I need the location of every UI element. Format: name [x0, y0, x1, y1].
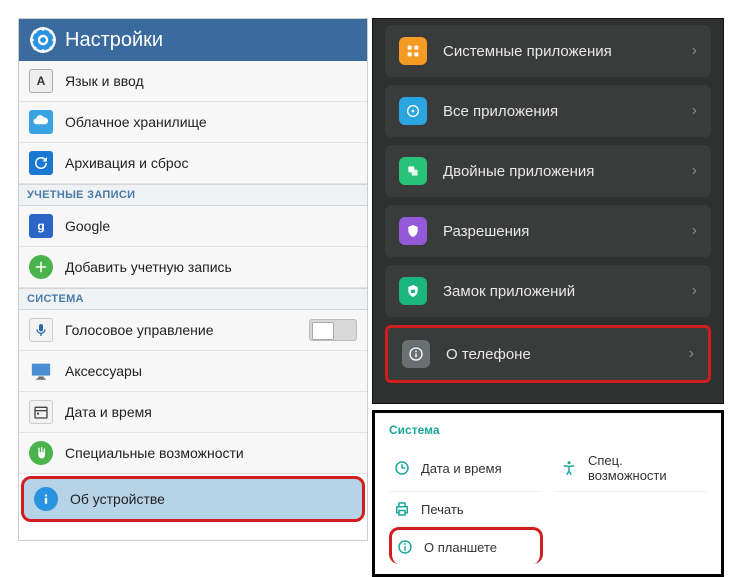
item-about-tablet[interactable]: О планшете: [389, 527, 543, 564]
item-label: Дата и время: [421, 461, 502, 476]
printer-icon: [393, 500, 411, 518]
item-label: Голосовое управление: [65, 322, 309, 338]
settings-panel-tablet: Система Дата и время Спец. возможности П…: [372, 410, 724, 577]
item-backup-reset[interactable]: Архивация и сброс: [19, 143, 367, 184]
mic-icon: [29, 318, 53, 342]
monitor-icon: [29, 359, 53, 383]
svg-text:g: g: [37, 219, 44, 233]
item-cloud-storage[interactable]: Облачное хранилище: [19, 102, 367, 143]
info-icon: [402, 340, 430, 368]
shield-icon: [399, 217, 427, 245]
lock-shield-icon: [399, 277, 427, 305]
item-label: Аксессуары: [65, 363, 357, 379]
item-system-apps[interactable]: Системные приложения ›: [385, 25, 711, 77]
item-label: О телефоне: [446, 346, 689, 363]
section-system: СИСТЕМА: [19, 288, 367, 310]
item-label: Двойные приложения: [443, 163, 692, 180]
chevron-right-icon: ›: [692, 42, 697, 60]
item-label: Об устройстве: [70, 491, 352, 507]
empty-cell: [556, 492, 707, 527]
chevron-right-icon: ›: [692, 222, 697, 240]
chevron-right-icon: ›: [692, 162, 697, 180]
item-app-lock[interactable]: Замок приложений ›: [385, 265, 711, 317]
item-google-account[interactable]: g Google: [19, 206, 367, 247]
hand-icon: [29, 441, 53, 465]
chevron-right-icon: ›: [689, 345, 694, 363]
item-voice-control[interactable]: Голосовое управление: [19, 310, 367, 351]
chevron-right-icon: ›: [692, 102, 697, 120]
item-label: Специальные возможности: [65, 445, 357, 461]
item-language-input[interactable]: A Язык и ввод: [19, 61, 367, 102]
letter-a-icon: A: [29, 69, 53, 93]
refresh-icon: [29, 151, 53, 175]
item-label: О планшете: [424, 540, 497, 555]
item-date-time[interactable]: Дата и время: [389, 445, 540, 492]
item-all-apps[interactable]: Все приложения ›: [385, 85, 711, 137]
item-about-device[interactable]: Об устройстве: [21, 476, 365, 522]
item-label: Замок приложений: [443, 283, 692, 300]
item-accessibility[interactable]: Специальные возможности: [19, 433, 367, 474]
item-about-phone[interactable]: О телефоне ›: [385, 325, 711, 383]
gear-icon: [29, 26, 57, 54]
grid-icon: [399, 37, 427, 65]
calendar-icon: [29, 400, 53, 424]
item-date-time[interactable]: Дата и время: [19, 392, 367, 433]
item-label: Облачное хранилище: [65, 114, 357, 130]
settings-title: Настройки: [65, 29, 163, 52]
item-dual-apps[interactable]: Двойные приложения ›: [385, 145, 711, 197]
item-label: Системные приложения: [443, 43, 692, 60]
item-label: Дата и время: [65, 404, 357, 420]
info-icon: [34, 487, 58, 511]
settings-panel-miui: Системные приложения › Все приложения › …: [372, 18, 724, 404]
item-label: Архивация и сброс: [65, 155, 357, 171]
item-accessibility[interactable]: Спец. возможности: [556, 445, 707, 492]
section-accounts: УЧЕТНЫЕ ЗАПИСИ: [19, 184, 367, 206]
clock-icon: [393, 459, 411, 477]
item-label: Печать: [421, 502, 464, 517]
accessibility-icon: [560, 459, 578, 477]
item-label: Добавить учетную запись: [65, 259, 357, 275]
empty-cell: [559, 527, 707, 564]
plus-icon: [29, 255, 53, 279]
circle-dots-icon: [399, 97, 427, 125]
voice-toggle[interactable]: [309, 319, 357, 341]
item-label: Спец. возможности: [588, 453, 703, 483]
chevron-right-icon: ›: [692, 282, 697, 300]
item-print[interactable]: Печать: [389, 492, 540, 527]
item-label: Язык и ввод: [65, 73, 357, 89]
google-g-icon: g: [29, 214, 53, 238]
settings-header: Настройки: [19, 19, 367, 61]
system-section-header: Система: [389, 423, 707, 437]
dual-icon: [399, 157, 427, 185]
svg-text:A: A: [37, 74, 46, 88]
item-permissions[interactable]: Разрешения ›: [385, 205, 711, 257]
cloud-icon: [29, 110, 53, 134]
settings-panel-samsung: Настройки A Язык и ввод Облачное хранили…: [18, 18, 368, 541]
item-accessories[interactable]: Аксессуары: [19, 351, 367, 392]
item-label: Все приложения: [443, 103, 692, 120]
item-label: Разрешения: [443, 223, 692, 240]
item-add-account[interactable]: Добавить учетную запись: [19, 247, 367, 288]
info-icon: [396, 538, 414, 556]
item-label: Google: [65, 218, 357, 234]
